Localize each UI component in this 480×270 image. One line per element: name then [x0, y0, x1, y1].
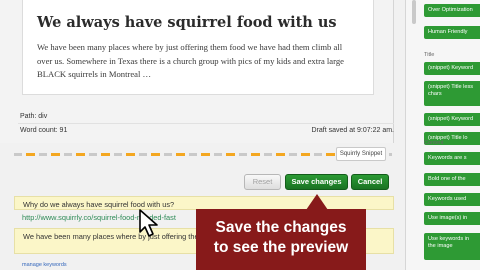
- manage-keywords-link[interactable]: manage keywords: [22, 262, 67, 268]
- sidebar-item-content-1[interactable]: Keywords are s: [424, 152, 480, 165]
- mouse-pointer-icon: [139, 209, 158, 237]
- sidebar-scrollbar[interactable]: [412, 0, 416, 24]
- callout-line-1: Save the changes: [215, 219, 347, 236]
- path-bar: Path: div: [18, 110, 394, 124]
- sidebar-item-title-2[interactable]: (snippet) Title less chars: [424, 81, 480, 106]
- snippet-title[interactable]: Why do we always have squirrel food with…: [14, 196, 394, 210]
- callout-line-2: to see the preview: [213, 239, 349, 256]
- word-count: Word count: 91: [20, 127, 68, 134]
- draft-saved-status: Draft saved at 9:07:22 am.: [311, 127, 395, 134]
- cancel-button[interactable]: Cancel: [351, 174, 389, 190]
- reset-button[interactable]: Reset: [244, 174, 281, 190]
- callout-arrow-icon: [306, 194, 328, 210]
- seo-sidebar: Over Optimization Human Friendly Title (…: [405, 0, 480, 270]
- editor-canvas[interactable]: We always have squirrel food with us We …: [22, 0, 374, 95]
- save-changes-button[interactable]: Save changes: [285, 174, 348, 190]
- sidebar-item-human-friendly[interactable]: Human Friendly: [424, 26, 480, 39]
- sidebar-item-title-1[interactable]: (snippet) Keyword: [424, 62, 480, 75]
- sidebar-heading-title: Title: [424, 52, 435, 58]
- callout-banner: Save the changes to see the preview: [196, 209, 366, 270]
- snippet-tab[interactable]: Squirrly Snippet: [336, 147, 386, 161]
- sidebar-item-title-3[interactable]: (snippet) Keyword: [424, 113, 480, 126]
- sidebar-heading-content: Content: [424, 140, 444, 146]
- post-title[interactable]: We always have squirrel food with us: [37, 14, 359, 31]
- sidebar-item-over-optimization[interactable]: Over Optimization: [424, 4, 480, 17]
- sidebar-item-content-4[interactable]: Use image(s) in: [424, 212, 480, 225]
- sidebar-item-content-5[interactable]: Use keywords in the image: [424, 233, 480, 260]
- status-row: Word count: 91 Draft saved at 9:07:22 am…: [18, 124, 394, 138]
- sidebar-item-content-2[interactable]: Bold one of the: [424, 173, 480, 186]
- sidebar-item-content-3[interactable]: Keywords used: [424, 193, 480, 206]
- post-editor: We always have squirrel food with us We …: [0, 0, 394, 143]
- post-body[interactable]: We have been many places where by just o…: [37, 41, 359, 82]
